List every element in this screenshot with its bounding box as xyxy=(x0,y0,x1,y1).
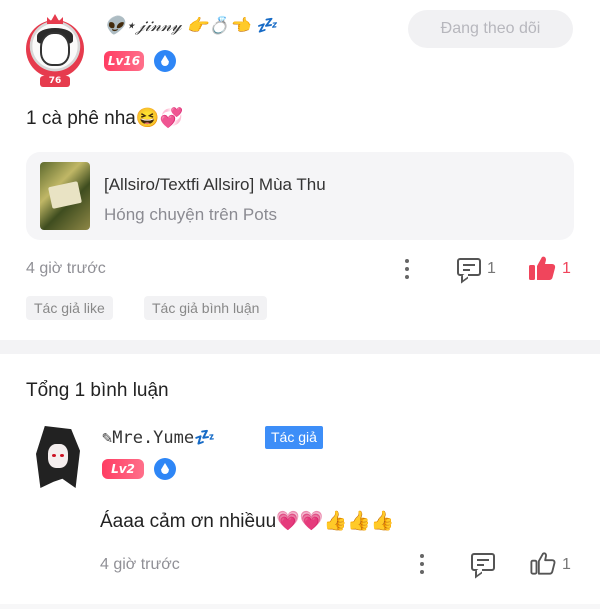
avatar-level-tag: 76 xyxy=(40,76,70,87)
comment-time: 4 giờ trước xyxy=(100,556,180,573)
tag-author-commented: Tác giả bình luận xyxy=(144,296,268,320)
comment-count: 1 xyxy=(487,260,496,277)
tag-author-liked: Tác giả like xyxy=(26,296,113,320)
water-drop-icon xyxy=(154,458,176,480)
story-subtitle: Hóng chuyện trên Pots xyxy=(104,205,277,224)
like-outline-icon[interactable] xyxy=(530,550,556,576)
avatar[interactable] xyxy=(32,426,84,488)
level-badge: Lv16 xyxy=(104,51,144,71)
water-drop-icon xyxy=(154,50,176,72)
more-dots-icon[interactable] xyxy=(419,552,425,576)
post-card: 76 👽⋆𝒿𝒾𝓃𝓃𝓎 👉💍👈 💤 Đang theo dõi Lv16 1 cà… xyxy=(0,0,600,340)
bottom-divider xyxy=(0,604,600,609)
story-cover-image xyxy=(40,162,90,230)
avatar-eye xyxy=(52,454,56,457)
post-text: 1 cà phê nha😆💞 xyxy=(26,108,184,129)
more-dots-icon[interactable] xyxy=(404,257,410,281)
post-time: 4 giờ trước xyxy=(26,260,106,277)
comment-text: Áaaa cảm ơn nhiềuu💗💗👍👍👍 xyxy=(100,511,395,532)
avatar[interactable]: 76 xyxy=(22,14,88,87)
avatar-face xyxy=(40,32,70,66)
comment-icon[interactable] xyxy=(457,258,481,284)
comments-total-title: Tổng 1 bình luận xyxy=(26,380,169,401)
level-badge: Lv2 xyxy=(102,459,144,479)
post-author-name[interactable]: 👽⋆𝒿𝒾𝓃𝓃𝓎 👉💍👈 💤 xyxy=(104,16,277,36)
avatar-eye xyxy=(60,454,64,457)
like-filled-icon[interactable] xyxy=(528,255,556,281)
story-title: [Allsiro/Textfi Allsiro] Mùa Thu xyxy=(104,175,326,194)
like-count: 1 xyxy=(562,260,571,277)
following-button[interactable]: Đang theo dõi xyxy=(408,10,573,48)
comment-author-name[interactable]: ✎𝙼𝚛𝚎.𝚈𝚞𝚖𝚎💤 xyxy=(102,428,215,448)
comment-like-count: 1 xyxy=(562,556,571,573)
section-divider xyxy=(0,340,600,354)
author-badge: Tác giả xyxy=(265,426,323,449)
reply-comment-icon[interactable] xyxy=(471,553,495,579)
shared-story-card[interactable]: [Allsiro/Textfi Allsiro] Mùa Thu Hóng ch… xyxy=(26,152,574,240)
crown-icon xyxy=(47,14,63,24)
avatar-face xyxy=(48,444,68,468)
